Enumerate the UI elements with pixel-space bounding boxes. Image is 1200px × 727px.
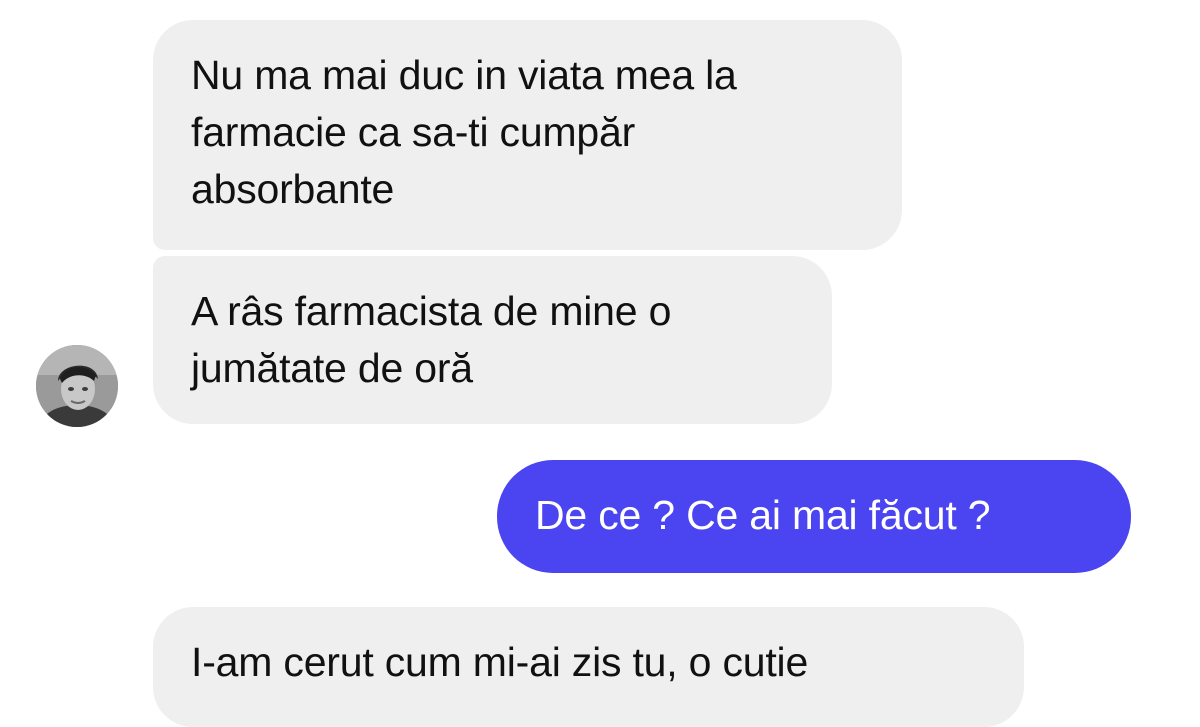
message-text-line: Nu ma mai duc in viata mea la bbox=[191, 52, 737, 98]
message-text-line: I-am cerut cum mi-ai zis tu, o cutie bbox=[191, 639, 809, 685]
message-text-line: jumătate de oră bbox=[191, 345, 473, 391]
outgoing-message-bubble[interactable]: De ce ? Ce ai mai făcut ? bbox=[497, 460, 1131, 573]
incoming-message-bubble[interactable]: I-am cerut cum mi-ai zis tu, o cutie bbox=[153, 607, 1024, 727]
avatar-photo-icon bbox=[36, 345, 118, 427]
incoming-message-bubble[interactable]: A râs farmacista de mine o jumătate de o… bbox=[153, 256, 832, 424]
message-text-line: De ce ? Ce ai mai făcut ? bbox=[535, 492, 991, 538]
incoming-message-bubble[interactable]: Nu ma mai duc in viata mea la farmacie c… bbox=[153, 20, 902, 250]
message-text-line: farmacie ca sa-ti cumpăr bbox=[191, 109, 636, 155]
message-text-line: absorbante bbox=[191, 166, 395, 212]
message-text-line: A râs farmacista de mine o bbox=[191, 288, 672, 334]
contact-avatar-icon[interactable] bbox=[36, 345, 118, 427]
